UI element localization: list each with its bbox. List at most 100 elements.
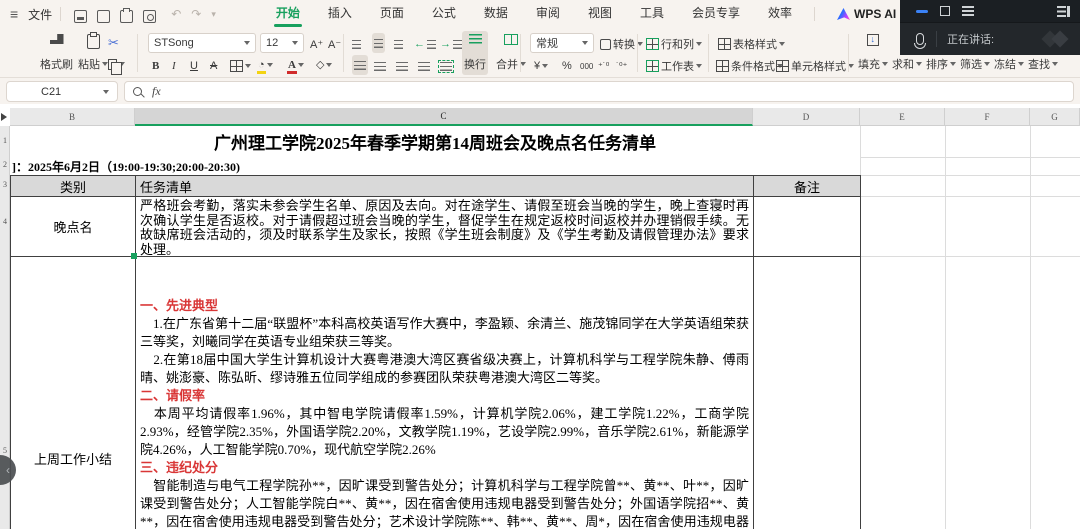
header-cell-tasks[interactable]: 任务清单 [135, 175, 754, 197]
paste-icon [87, 34, 100, 49]
font-name-select[interactable]: STSong [148, 33, 256, 53]
name-box-chevron-icon[interactable] [103, 90, 109, 94]
tab-home[interactable]: 开始 [270, 0, 306, 28]
formula-bar: C21 fx [0, 78, 1080, 104]
cut-button[interactable]: ✂ [108, 33, 119, 53]
worksheet-button[interactable]: 工作表 [646, 56, 702, 76]
tab-member[interactable]: 会员专享 [686, 0, 746, 28]
align-center-icon [374, 62, 386, 71]
tab-view[interactable]: 视图 [582, 0, 618, 28]
category-cell-weekly-summary[interactable] [10, 256, 136, 529]
microphone-icon[interactable] [916, 33, 924, 45]
task-cell-weekly-summary[interactable]: 一、先进典型 1.在广东省第十二届“联盟杯”本科高校英语写作大赛中，李盈颖、余清… [135, 256, 754, 529]
file-menu[interactable]: 文件 [28, 6, 52, 23]
number-format-select[interactable]: 常规 [530, 33, 594, 53]
borders-button[interactable] [230, 56, 251, 76]
italic-button[interactable]: I [172, 56, 176, 76]
paste-button[interactable]: 粘贴 [76, 31, 110, 75]
format-painter-icon [50, 34, 64, 44]
percent-button[interactable]: % [562, 56, 572, 76]
column-header-E[interactable]: E [860, 108, 945, 126]
restore-icon[interactable] [940, 6, 950, 16]
save-icon[interactable] [74, 10, 87, 23]
clear-format-button[interactable]: ◇ [316, 55, 332, 75]
underline-button[interactable]: U [190, 56, 198, 76]
cell-style-button[interactable]: 单元格样式 [776, 56, 854, 76]
tab-review[interactable]: 审阅 [530, 0, 566, 28]
distribute-button[interactable] [440, 56, 452, 76]
column-header-D[interactable]: D [753, 108, 860, 126]
quick-access-chevron-icon[interactable]: ▾ [211, 9, 216, 20]
table-style-button[interactable]: 表格样式 [718, 34, 785, 54]
merge-cells-icon [504, 34, 518, 45]
tab-formula[interactable]: 公式 [426, 0, 462, 28]
column-header-C[interactable]: C [135, 108, 753, 126]
decrease-decimal-button[interactable]: ˙⁰⁺ [616, 56, 627, 76]
strikethrough-button[interactable]: A [210, 56, 217, 76]
increase-decimal-button[interactable]: ⁺˙⁰ [598, 56, 609, 76]
column-header-B[interactable]: B [10, 108, 135, 126]
increase-font-button[interactable]: A⁺ [310, 34, 323, 54]
undo-icon[interactable]: ↶ [171, 7, 181, 21]
align-right-button[interactable] [396, 56, 408, 76]
column-header-G[interactable]: G [1030, 108, 1080, 126]
tab-page[interactable]: 页面 [374, 0, 410, 28]
document-title-cell[interactable]: 广州理工学院2025年春季学期第14周班会及晚点名任务清单 [10, 126, 860, 157]
tab-data[interactable]: 数据 [478, 0, 514, 28]
bold-button[interactable]: B [152, 56, 159, 76]
font-color-button[interactable]: A [288, 55, 304, 75]
formula-input[interactable]: fx [124, 81, 1074, 102]
align-middle-button[interactable] [372, 33, 385, 53]
fill-color-button[interactable]: ◔ [258, 55, 273, 75]
currency-button[interactable]: ¥ [534, 56, 548, 76]
name-box[interactable]: C21 [6, 81, 118, 102]
task-cell-evening-rollcall[interactable]: 严格班会考勤，落实未参会学生名单、原因及去向。对在途学生、请假至班会当晚的学生，… [135, 196, 754, 257]
formula-search-icon[interactable] [133, 87, 142, 96]
row-number-5[interactable]: 5 [0, 446, 10, 455]
conditional-format-button[interactable]: 条件格式 [716, 56, 783, 76]
justify-button[interactable] [418, 56, 430, 76]
align-left-button[interactable] [352, 55, 368, 75]
minimize-icon[interactable] [916, 10, 928, 13]
merge-cells-button[interactable]: 合并 [494, 31, 528, 75]
redo-icon[interactable]: ↷ [191, 7, 201, 21]
eraser-icon: ◇ [316, 60, 324, 71]
font-size-select[interactable]: 12 [260, 33, 304, 53]
format-painter-button[interactable]: 格式刷 [38, 31, 75, 75]
app-menu-icon[interactable]: ≡ [10, 6, 18, 22]
increase-indent-button[interactable]: → [440, 34, 462, 54]
rows-cols-button[interactable]: 行和列 [646, 34, 702, 54]
row-number-1[interactable]: 1 [0, 136, 10, 145]
wrap-text-button[interactable]: 换行 [462, 31, 488, 75]
decrease-font-button[interactable]: A⁻ [328, 34, 341, 54]
fill-button[interactable]: 填充 [856, 31, 890, 75]
column-header-F[interactable]: F [945, 108, 1030, 126]
print-preview-icon[interactable] [143, 10, 156, 23]
decrease-indent-button[interactable]: ← [414, 34, 436, 54]
header-cell-category[interactable]: 类别 [10, 175, 136, 197]
align-bottom-button[interactable] [394, 34, 403, 54]
wps-ai-icon [837, 8, 850, 20]
fx-icon[interactable]: fx [152, 84, 161, 99]
align-top-button[interactable] [352, 34, 361, 54]
row-number-3[interactable]: 3 [0, 180, 10, 189]
tab-tools[interactable]: 工具 [634, 0, 670, 28]
row-number-4[interactable]: 4 [0, 217, 10, 226]
category-label-weekly-summary: 上周工作小结 [10, 448, 136, 468]
remark-cell-row5[interactable] [753, 256, 861, 529]
align-center-button[interactable] [374, 56, 386, 76]
copy-button[interactable] [108, 54, 125, 74]
member-list-icon[interactable] [962, 6, 974, 16]
wps-ai-button[interactable]: WPS AI [831, 0, 902, 28]
category-cell-evening-rollcall[interactable]: 晚点名 [10, 196, 136, 257]
thousand-separator-button[interactable]: 000 [580, 56, 593, 76]
print-icon[interactable] [120, 10, 133, 23]
remark-cell-row4[interactable] [753, 196, 861, 257]
tab-efficiency[interactable]: 效率 [762, 0, 798, 28]
output-icon[interactable] [97, 10, 110, 23]
date-line-cell[interactable]: ]：2025年6月2日（19:00-19:30;20:00-20:30) [12, 157, 812, 175]
row-number-2[interactable]: 2 [0, 160, 10, 169]
tab-insert[interactable]: 插入 [322, 0, 358, 28]
header-cell-remark[interactable]: 备注 [753, 175, 861, 197]
panel-toggle-icon[interactable] [1057, 6, 1070, 17]
